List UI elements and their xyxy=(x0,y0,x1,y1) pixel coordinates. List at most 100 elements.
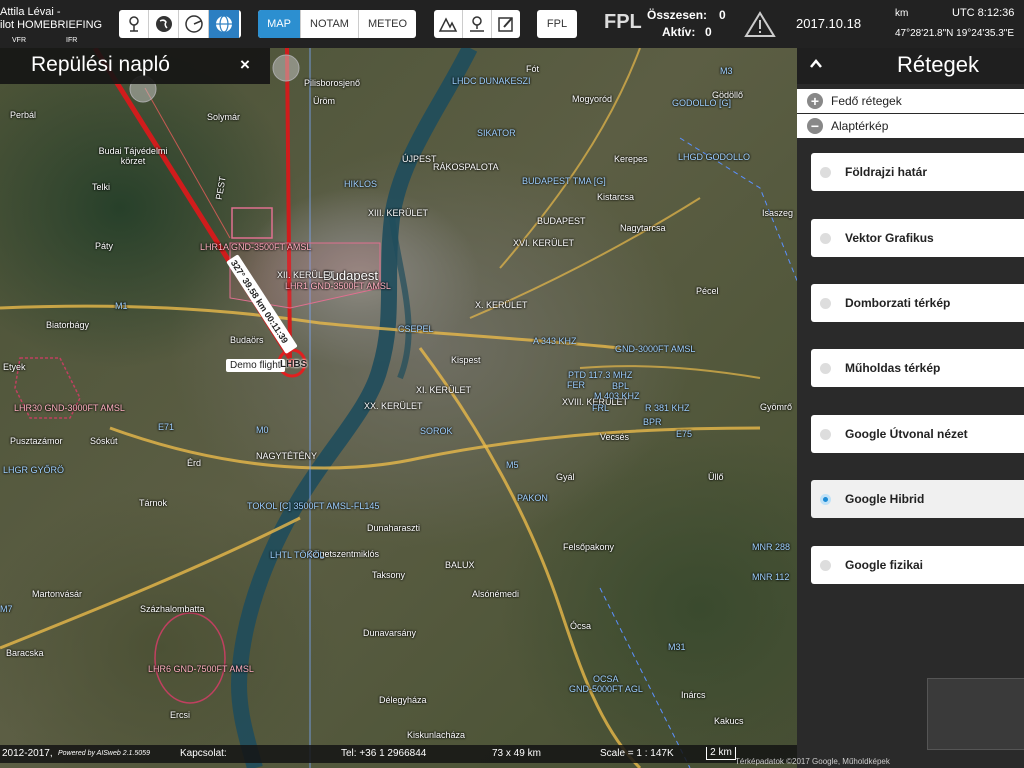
flight-log-title: Repülési napló xyxy=(31,53,170,76)
warning-button[interactable] xyxy=(744,10,776,43)
map-label: Üllő xyxy=(708,472,724,482)
layers-panel: Rétegek + Fedő rétegek − Alaptérkép Föld… xyxy=(797,48,1024,768)
edit-tool-button[interactable] xyxy=(492,10,520,38)
ifr-label: IFR xyxy=(66,37,78,44)
airspace-label: BUDAPEST TMA [G] xyxy=(522,176,606,186)
layer-option[interactable]: Műholdas térkép xyxy=(811,349,1024,387)
tab-map[interactable]: MAP xyxy=(258,10,301,38)
utc-clock: UTC 8:12:36 xyxy=(952,7,1015,19)
airspace-label: LHR30 GND-3000FT AMSL xyxy=(14,403,125,413)
user-org: ilot HOMEBRIEFING xyxy=(0,19,103,31)
radio-icon xyxy=(820,297,831,309)
layer-option-label: Google Útvonal nézet xyxy=(845,427,968,441)
vfr-label: VFR xyxy=(12,37,26,44)
layer-option-label: Műholdas térkép xyxy=(845,361,941,375)
map-label: Alsónémedi xyxy=(472,589,520,599)
map-label: Sóskút xyxy=(90,436,118,446)
map-label: Budaörs xyxy=(230,335,264,345)
map-credits[interactable]: Térképadatok ©2017 Google, Műholdképek xyxy=(735,757,890,766)
airspace-label: LHR6 GND-7500FT AMSL xyxy=(148,664,254,674)
map-label: Etyek xyxy=(3,362,26,372)
navaid-label: BPR xyxy=(643,417,662,427)
map-label: Délegyháza xyxy=(379,695,427,705)
map-label: Budai Tájvédelmi körzet xyxy=(98,146,168,166)
layer-option-label: Vektor Grafikus xyxy=(845,231,934,245)
map-label: Mogyoród xyxy=(572,94,613,104)
map-label: Gyál xyxy=(556,472,575,482)
active-label: Aktív: xyxy=(662,25,696,39)
unit-label[interactable]: km xyxy=(895,8,908,19)
chevron-up-icon xyxy=(810,59,822,68)
tab-meteo[interactable]: METEO xyxy=(359,10,416,38)
layer-option-label: Google fizikai xyxy=(845,558,924,572)
waypoint-icon xyxy=(470,16,484,32)
fpl-button[interactable]: FPL xyxy=(537,10,577,38)
map-label: Telki xyxy=(92,182,111,192)
map-label: Kiskunlacháza xyxy=(407,730,466,740)
navaid-label: A 343 KHZ xyxy=(533,336,577,346)
airspace-tool-button[interactable] xyxy=(434,10,463,38)
map-label: Ercsi xyxy=(170,710,190,720)
waypoint-tool-button[interactable] xyxy=(463,10,492,38)
map-label: Pilisborosjenő xyxy=(304,78,361,88)
layer-option[interactable]: Google Útvonal nézet xyxy=(811,415,1024,453)
layers-panel-header: Rétegek xyxy=(797,48,1024,84)
layer-option[interactable]: Földrajzi határ xyxy=(811,153,1024,191)
radio-icon xyxy=(820,362,831,374)
airspace-label: TOKOL [C] 3500FT AMSL-FL145 xyxy=(247,501,380,511)
road-label: M5 xyxy=(506,460,519,470)
radio-icon xyxy=(820,428,831,440)
map-label: XIII. KERÜLET xyxy=(368,208,429,218)
map-label: Dunaharaszti xyxy=(367,523,421,533)
map-label: RÁKOSPALOTA xyxy=(433,162,499,172)
map-label: Martonvásár xyxy=(32,589,83,599)
layer-option[interactable]: Domborzati térkép xyxy=(811,284,1024,322)
route-tool-button[interactable] xyxy=(119,10,149,38)
tab-notam[interactable]: NOTAM xyxy=(301,10,359,38)
radio-icon xyxy=(820,166,831,178)
scale-text: Scale = 1 : 147K xyxy=(600,748,674,759)
map-label: Pécel xyxy=(696,286,719,296)
map-label: CSEPEL xyxy=(398,324,434,334)
fpl-title: FPL xyxy=(604,11,642,33)
airport-label: LHGR GYŐRÖ xyxy=(3,465,65,475)
layer-option-label: Google Hibrid xyxy=(845,492,925,506)
close-icon[interactable]: × xyxy=(240,55,250,75)
map-label: Inárcs xyxy=(681,690,706,700)
layer-option[interactable]: Google fizikai xyxy=(811,546,1024,584)
navaid-label: SOROK xyxy=(420,426,453,436)
flight-log-panel-header: Repülési napló × xyxy=(0,48,270,84)
layer-option-selected[interactable]: Google Hibrid xyxy=(811,480,1024,518)
layers-panel-title: Rétegek xyxy=(897,52,979,77)
world-grid-icon xyxy=(216,15,232,33)
layer-option-label: Domborzati térkép xyxy=(845,296,951,310)
airport-code-label[interactable]: LHBS xyxy=(280,359,307,370)
layer-option[interactable]: Vektor Grafikus xyxy=(811,219,1024,257)
user-info[interactable]: Attila Lévai - ilot HOMEBRIEFING VFR IFR xyxy=(0,6,103,44)
overview-minimap[interactable] xyxy=(927,678,1024,750)
airspace-label: GND-3000FT AMSL xyxy=(615,344,696,354)
map-label: Üröm xyxy=(313,96,335,106)
airspace-label: LHDC DUNAKESZI xyxy=(452,76,531,86)
flight-name-label[interactable]: Demo flight xyxy=(226,359,285,372)
navaid-label: PTD 117.3 MHZ xyxy=(568,370,633,380)
radio-icon xyxy=(820,232,831,244)
collapse-panel-button[interactable] xyxy=(809,56,823,72)
globe-button[interactable] xyxy=(149,10,179,38)
map-label: Dunavarsány xyxy=(363,628,417,638)
navaid-label: FER xyxy=(567,380,585,390)
map-label: ÚJPEST xyxy=(402,154,437,164)
base-group-toggle[interactable]: − Alaptérkép xyxy=(797,114,1024,138)
compass-button[interactable] xyxy=(179,10,209,38)
overlay-group-toggle[interactable]: + Fedő rétegek xyxy=(797,89,1024,113)
map-label: Pusztazámor xyxy=(10,436,63,446)
total-label: Összesen: xyxy=(647,8,708,22)
scale-bar: 2 km xyxy=(706,747,736,760)
map-label: Vecsés xyxy=(600,432,630,442)
world-grid-button[interactable] xyxy=(209,10,239,38)
road-label: M1 xyxy=(115,301,128,311)
contact-link[interactable]: Kapcsolat: xyxy=(180,748,227,759)
map-label: Solymár xyxy=(207,112,241,122)
map-label: Érd xyxy=(187,458,202,468)
road-label: E71 xyxy=(158,422,175,432)
